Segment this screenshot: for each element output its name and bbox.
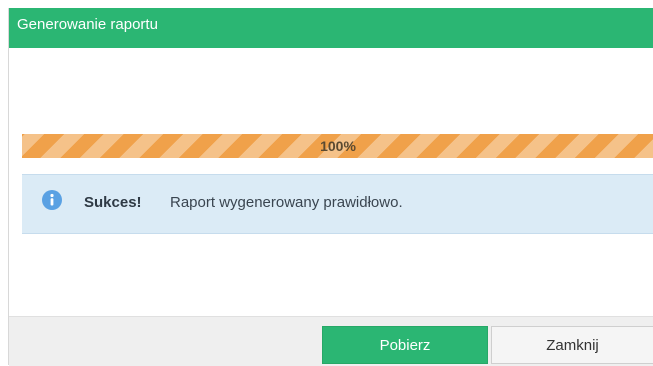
progress-label: 100%	[320, 138, 356, 154]
alert-message: Raport wygenerowany prawidłowo.	[170, 194, 403, 211]
dialog-footer: Pobierz Zamknij	[9, 316, 653, 366]
info-icon	[41, 189, 63, 211]
dialog-titlebar: Generowanie raportu	[9, 8, 653, 48]
download-button[interactable]: Pobierz	[322, 326, 488, 364]
dialog-title: Generowanie raportu	[17, 16, 158, 33]
progress-bar: 100%	[22, 134, 653, 158]
close-button[interactable]: Zamknij	[491, 326, 653, 364]
success-alert: Sukces! Raport wygenerowany prawidłowo.	[22, 174, 653, 234]
report-dialog: Generowanie raportu 100% Sukces! Raport …	[8, 8, 653, 366]
alert-title: Sukces!	[84, 194, 142, 211]
